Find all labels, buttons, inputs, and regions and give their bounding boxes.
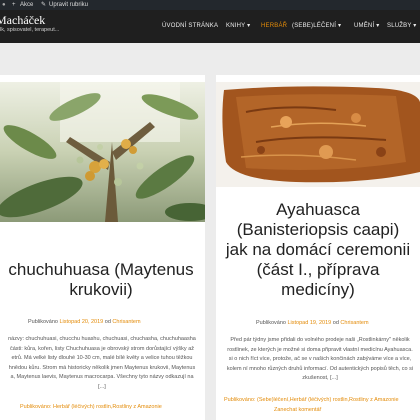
edit-category-link[interactable]: Upravit rubriku (49, 0, 88, 10)
excerpt-line: kolem ní mnoho různých druhů informací. … (226, 365, 414, 372)
excerpt-line: [...] (98, 383, 106, 390)
post-title-line: medicíny) (281, 280, 355, 299)
admin-action-link[interactable]: Akce (20, 0, 33, 10)
post-title-line: chuchuhuasa (Maytenus (8, 260, 194, 279)
nav-item-herbarium[interactable]: HERBÁŘ (261, 20, 287, 32)
post-title-line: Ayahuasca (276, 200, 360, 219)
comment-link[interactable]: Zanechat komentář (274, 406, 321, 415)
post-title-line: jak na domácí ceremonii (225, 240, 411, 259)
excerpt-line: zkušenost, [...] (302, 375, 338, 381)
site-title[interactable]: Macháček (0, 14, 45, 26)
excerpt-line: Před pár týdny jsme přidali do volného p… (230, 337, 410, 343)
by-label: od (332, 320, 339, 326)
post-excerpt: Před pár týdny jsme přidali do volného p… (216, 336, 420, 384)
nav-item-services[interactable]: SLUŽBY ▾ (387, 20, 417, 32)
post-title[interactable]: chuchuhuasa (Maytenus krukovii) (0, 260, 205, 300)
author-link[interactable]: Chrisantem (112, 319, 140, 325)
post-categories[interactable]: Publikováno: Herbář (léčivých) rostlin,R… (20, 403, 162, 412)
excerpt-line: a, Maytenus laevis, Maytenus macrocarpa.… (10, 374, 194, 380)
admin-bar: ● + Akce ✎ Upravit rubriku (0, 0, 420, 10)
site-tagline: lk, spisovatel, terapeut... (0, 27, 60, 33)
post-title-line: (Banisteriopsis caapi) (236, 220, 400, 239)
by-label: od (104, 319, 111, 325)
post-date-link[interactable]: Listopad 20, 2019 (60, 319, 104, 325)
nav-item-self-healing[interactable]: (SEBE)LÉČENÍ ▾ (292, 20, 341, 32)
excerpt-line: hnědou kůru. Strom má historicky několik… (8, 364, 196, 371)
post-excerpt: názvy: chuchuhuasi, chucchu huashu, chuc… (0, 335, 205, 392)
excerpt-line: rostlinek, ze kterých je možné si doma p… (227, 346, 413, 353)
site-header: Macháček lk, spisovatel, terapeut... ÚVO… (0, 10, 420, 43)
excerpt-line: etrů. Má velké listy dlouhé 10-30 cm, ma… (11, 355, 193, 361)
post-meta: Publikováno Listopad 20, 2019 od Chrisan… (28, 319, 141, 325)
post-date-link[interactable]: Listopad 19, 2019 (288, 320, 332, 326)
nav-item-books[interactable]: KNIHY ▾ (226, 20, 250, 32)
post-title[interactable]: Ayahuasca (Banisteriopsis caapi) jak na … (216, 200, 420, 300)
plant-photo (0, 82, 205, 222)
author-link[interactable]: Chrisantem (340, 320, 368, 326)
published-label: Publikováno (256, 320, 286, 326)
excerpt-line: části: kůra, kořen, listy Chuchuhuasa je… (9, 345, 195, 352)
post-thumbnail[interactable] (216, 82, 420, 187)
main-nav: ÚVODNÍ STRÁNKA KNIHY ▾ HERBÁŘ (SEBE)LÉČE… (162, 20, 420, 32)
post-meta: Publikováno Listopad 19, 2019 od Chrisan… (256, 320, 369, 326)
post-thumbnail[interactable] (0, 82, 205, 222)
excerpt-line: si o nich říct více, protože, ač se v na… (228, 356, 412, 362)
nav-item-art[interactable]: UMĚNÍ ▾ (354, 20, 379, 32)
post-card: chuchuhuasa (Maytenus krukovii) Publikov… (0, 75, 205, 420)
nav-item-home[interactable]: ÚVODNÍ STRÁNKA (162, 20, 218, 32)
post-title-line: (část I., příprava (256, 260, 380, 279)
plus-icon: + (12, 2, 16, 8)
edit-icon: ✎ (41, 2, 47, 8)
post-categories[interactable]: Publikováno: (Sebe)léčení,Herbář (léčivý… (224, 396, 399, 405)
excerpt-line: názvy: chuchuhuasi, chucchu huashu, chuc… (8, 336, 196, 342)
wordpress-icon[interactable]: ● (2, 0, 6, 10)
post-title-line: krukovii) (69, 280, 133, 299)
bark-photo (216, 82, 420, 187)
post-card: Ayahuasca (Banisteriopsis caapi) jak na … (216, 75, 420, 420)
published-label: Publikováno (28, 319, 58, 325)
